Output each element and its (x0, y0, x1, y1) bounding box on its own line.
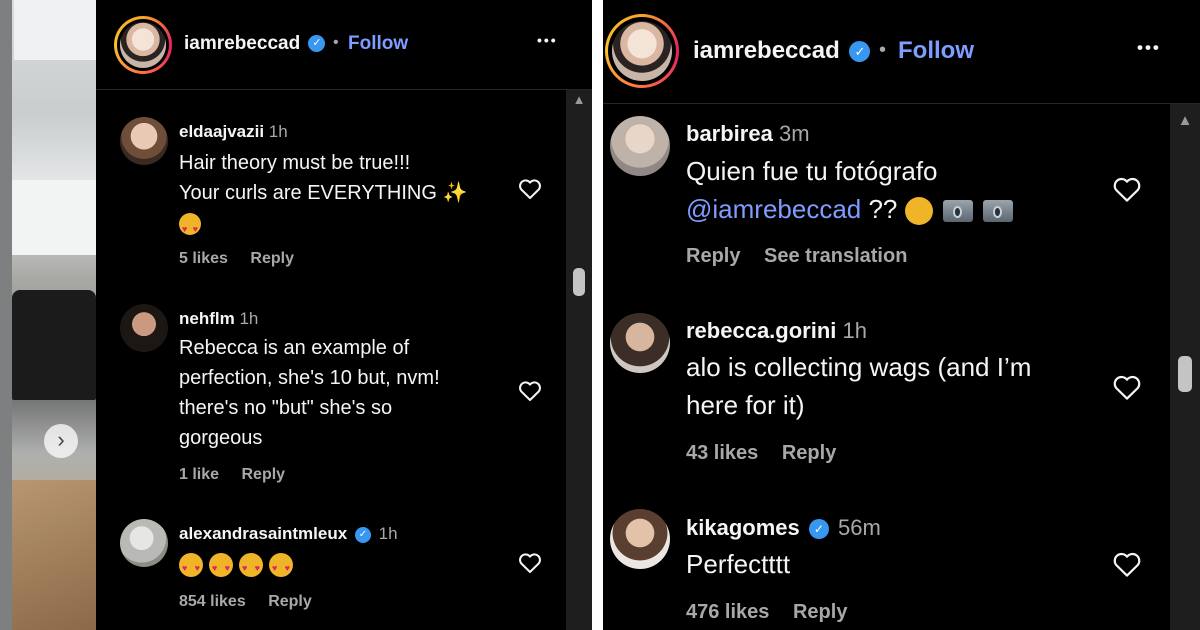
post-header: iamrebeccad ✓ • Follow ••• (96, 0, 592, 90)
sparkles-icon: ✨ (442, 182, 468, 204)
comment-username[interactable]: kikagomes (686, 515, 800, 540)
verified-badge-icon: ✓ (808, 519, 829, 540)
mention-link[interactable]: @iamrebeccad (686, 194, 861, 224)
comment-meta: 476 likes Reply (686, 601, 865, 624)
header-username[interactable]: iamrebeccad (693, 37, 840, 64)
scroll-thumb[interactable] (573, 268, 585, 296)
heart-icon[interactable] (1112, 374, 1142, 401)
follow-button[interactable]: Follow (348, 33, 408, 55)
reply-button[interactable]: Reply (793, 601, 847, 623)
likes-count[interactable]: 43 likes (686, 442, 758, 464)
heart-icon[interactable] (1112, 176, 1142, 203)
verified-badge-icon: ✓ (849, 41, 871, 63)
comment-text: Quien fue tu fotógrafo @iamrebeccad ?? (686, 152, 1106, 228)
likes-count[interactable]: 854 likes (179, 593, 246, 610)
reply-button[interactable]: Reply (241, 466, 285, 483)
scroll-thumb[interactable] (1178, 356, 1192, 392)
more-options-icon[interactable]: ••• (537, 32, 558, 48)
comment-text: alo is collecting wags (and I’m here for… (686, 352, 1032, 420)
commenter-avatar[interactable] (610, 116, 670, 176)
reply-button[interactable]: Reply (686, 245, 740, 267)
reply-button[interactable]: Reply (782, 442, 836, 464)
scroll-up-arrow-icon[interactable]: ▲ (1170, 112, 1200, 129)
commenter-avatar[interactable] (610, 509, 670, 569)
chevron-right-icon[interactable]: › (44, 424, 78, 458)
heart-icon[interactable] (518, 552, 542, 574)
see-translation-link[interactable]: See translation (764, 245, 907, 267)
commenter-avatar[interactable] (120, 117, 168, 165)
comment-username[interactable]: nehflm (179, 309, 235, 328)
comment-meta: 854 likes Reply (179, 593, 330, 611)
profile-avatar[interactable] (114, 16, 172, 74)
scrollbar[interactable]: ▲ (566, 90, 592, 630)
camera-emoji (982, 200, 1013, 223)
heart-eyes-emoji (269, 552, 293, 582)
comment-username[interactable]: eldaajvazii (179, 122, 264, 141)
comments-area: iamrebeccad ✓ • Follow ••• eldaajvazii 1… (96, 0, 592, 630)
comment-meta: Reply See translation (686, 245, 925, 268)
post-photo: › (0, 0, 96, 630)
comment-time: 1h (378, 524, 398, 543)
post-header: iamrebeccad ✓ • Follow ••• (603, 0, 1200, 104)
comment-text (179, 550, 293, 582)
reply-button[interactable]: Reply (268, 593, 312, 610)
likes-count[interactable]: 5 likes (179, 250, 228, 267)
comment-meta: 5 likes Reply (179, 250, 312, 268)
more-options-icon[interactable]: ••• (1137, 38, 1161, 58)
heart-icon[interactable] (1112, 551, 1142, 578)
comment-meta: 1 like Reply (179, 466, 303, 484)
comment-time: 1h (239, 309, 259, 328)
commenter-avatar[interactable] (610, 313, 670, 373)
header-separator: • (879, 39, 887, 61)
comment-time: 56m (837, 515, 881, 540)
commenter-avatar[interactable] (120, 519, 168, 567)
heart-eyes-emoji (179, 552, 203, 582)
comment-text: Rebecca is an example of perfection, she… (179, 337, 440, 449)
grimace-emoji (904, 197, 933, 226)
likes-count[interactable]: 476 likes (686, 601, 769, 623)
comment-text: Hair theory must be true!!! Your curls a… (179, 148, 509, 244)
scrollbar[interactable]: ▲ (1170, 104, 1200, 630)
follow-button[interactable]: Follow (898, 37, 974, 65)
comment-time: 3m (778, 121, 810, 146)
heart-icon[interactable] (518, 380, 542, 402)
comment-time: 1h (842, 318, 867, 343)
camera-emoji (942, 200, 973, 223)
comment-text: Perfectttt (686, 549, 791, 579)
header-username[interactable]: iamrebeccad (184, 33, 300, 54)
scroll-up-arrow-icon[interactable]: ▲ (566, 92, 592, 107)
profile-avatar[interactable] (605, 14, 679, 88)
heart-eyes-emoji (239, 552, 263, 582)
comment-username[interactable]: barbirea (686, 121, 773, 146)
right-screenshot-panel: iamrebeccad ✓ • Follow ••• barbirea 3m Q… (603, 0, 1200, 630)
comment-time: 1h (268, 122, 288, 141)
reply-button[interactable]: Reply (250, 250, 294, 267)
verified-badge-icon: ✓ (354, 526, 371, 543)
heart-eyes-emoji (179, 212, 201, 244)
comment-username[interactable]: alexandrasaintmleux (179, 524, 347, 543)
verified-badge-icon: ✓ (308, 35, 326, 53)
comment-meta: 43 likes Reply (686, 442, 854, 465)
likes-count[interactable]: 1 like (179, 466, 219, 483)
left-screenshot-panel: › iamrebeccad ✓ • Follow ••• eldaajvazii… (0, 0, 592, 630)
header-separator: • (333, 34, 339, 51)
heart-eyes-emoji (209, 552, 233, 582)
heart-icon[interactable] (518, 178, 542, 200)
commenter-avatar[interactable] (120, 304, 168, 352)
comment-username[interactable]: rebecca.gorini (686, 318, 836, 343)
